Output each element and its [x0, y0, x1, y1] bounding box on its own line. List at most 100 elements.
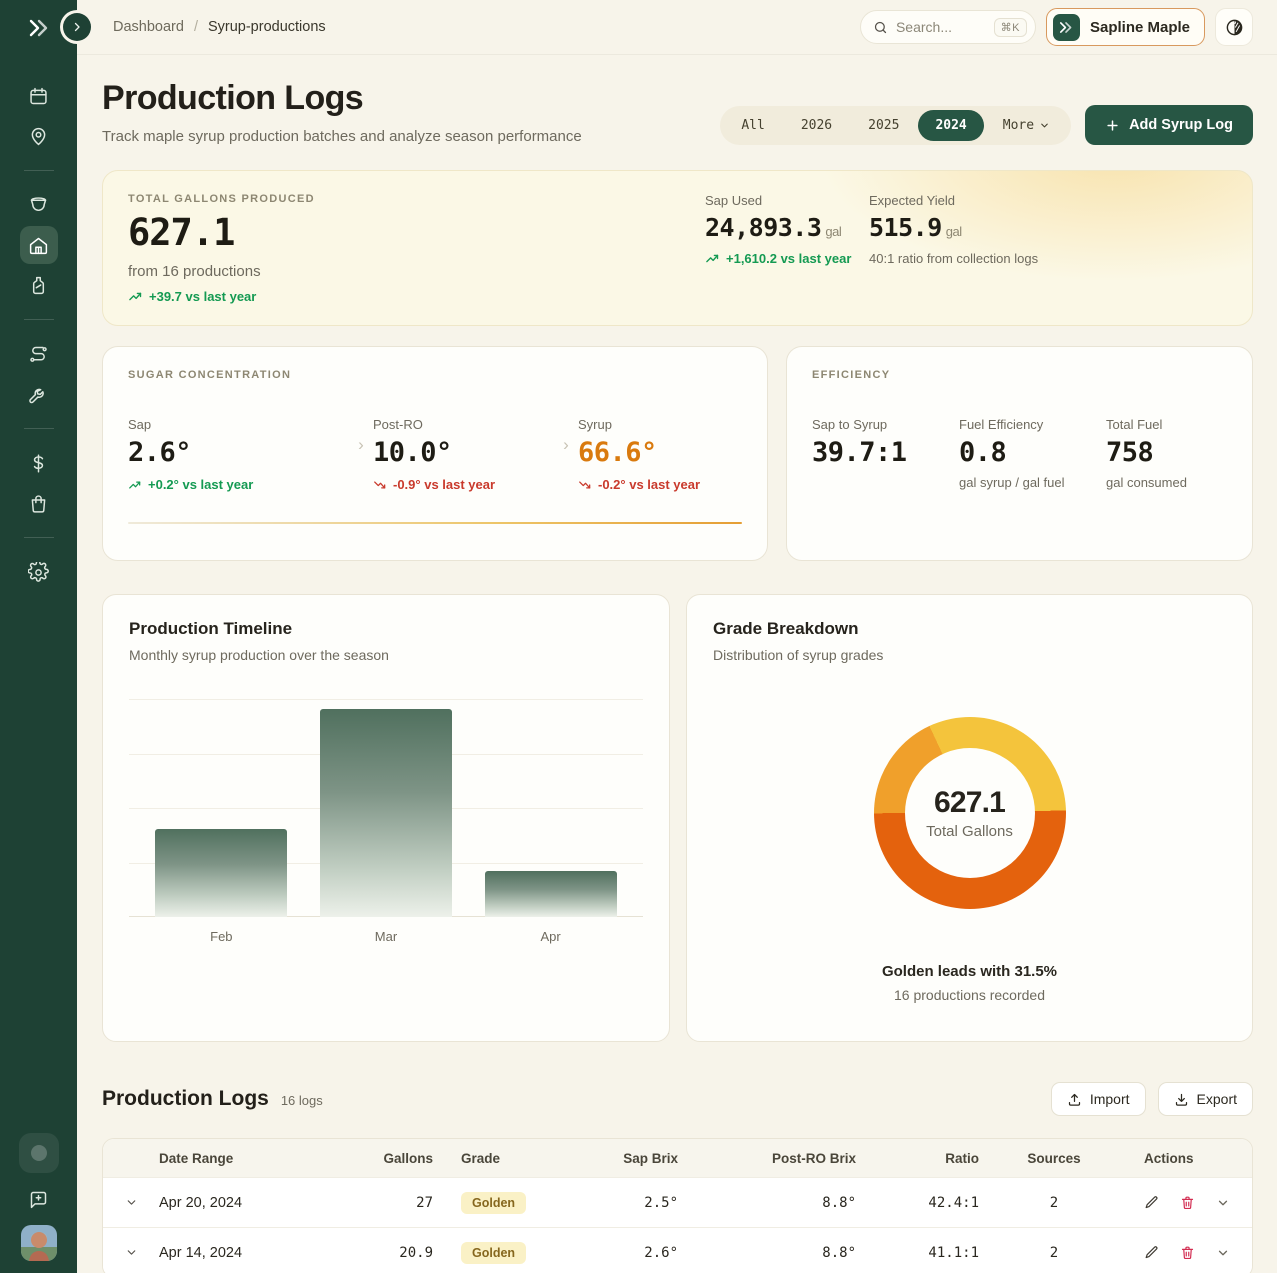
tab-2025[interactable]: 2025	[851, 110, 916, 141]
row-menu-chevron-button[interactable]	[1216, 1196, 1230, 1210]
sidebar-divider	[24, 170, 54, 171]
sidebar-divider	[24, 319, 54, 320]
grade-badge: Golden	[461, 1242, 526, 1264]
bar-feb[interactable]	[155, 829, 287, 917]
sidebar-divider	[24, 537, 54, 538]
chevron-right-icon	[71, 21, 83, 33]
total-gallons-sub: from 16 productions	[128, 263, 705, 280]
breadcrumb-separator: /	[194, 19, 198, 35]
plus-icon	[1105, 118, 1120, 133]
sidebar-collapse-button[interactable]	[63, 13, 91, 41]
expected-yield-block: Expected Yield 515.9gal 40:1 ratio from …	[869, 193, 1227, 304]
timeline-bar-chart	[129, 699, 643, 917]
row-menu-chevron-button[interactable]	[1216, 1246, 1230, 1260]
chevron-down-icon	[125, 1246, 138, 1259]
sidebar-item-sugarhouse[interactable]	[20, 226, 58, 264]
feedback-message-plus-icon	[28, 1189, 49, 1210]
pencil-icon	[1144, 1195, 1159, 1210]
cell-ratio: 42.4:1	[856, 1195, 979, 1211]
post-ro-brix-trend: -0.9° vs last year	[373, 477, 554, 492]
grade-donut-chart[interactable]: 627.1 Total Gallons	[874, 717, 1066, 909]
grade-subtitle: Distribution of syrup grades	[713, 647, 1226, 663]
chevron-right-icon: ›	[349, 435, 373, 455]
sap-bucket-icon	[28, 195, 49, 216]
tab-2026[interactable]: 2026	[784, 110, 849, 141]
total-gallons-value: 627.1	[128, 213, 705, 254]
search-box[interactable]: ⌘K	[860, 10, 1036, 44]
sidebar	[0, 0, 77, 1273]
contrast-icon	[1225, 18, 1244, 37]
download-icon	[1174, 1092, 1189, 1107]
sidebar-item-settings[interactable]	[20, 553, 58, 591]
tab-all[interactable]: All	[724, 110, 781, 141]
cell-grade: Golden	[433, 1242, 569, 1264]
search-input[interactable]	[896, 19, 980, 35]
search-icon	[873, 20, 888, 35]
map-pin-icon	[28, 126, 49, 147]
edit-row-button[interactable]	[1144, 1195, 1159, 1210]
sidebar-item-sales[interactable]	[20, 484, 58, 522]
org-switcher-button[interactable]: Sapline Maple	[1046, 8, 1205, 46]
row-expand-chevron[interactable]	[103, 1246, 159, 1259]
delete-row-button[interactable]	[1180, 1195, 1195, 1210]
breadcrumb-current: Syrup-productions	[208, 19, 326, 35]
grade-caption: Golden leads with 31.5%	[713, 963, 1226, 980]
table-row: Apr 14, 2024 20.9 Golden 2.6° 8.8° 41.1:…	[103, 1227, 1252, 1273]
chevron-down-icon	[125, 1196, 138, 1209]
dollar-icon	[28, 453, 49, 474]
grade-title: Grade Breakdown	[713, 619, 1226, 639]
add-syrup-log-button[interactable]: Add Syrup Log	[1085, 105, 1253, 145]
status-indicator-button[interactable]	[19, 1133, 59, 1173]
user-avatar[interactable]	[21, 1225, 57, 1261]
season-filter-tabs: All 2026 2025 2024 More	[720, 106, 1071, 145]
sidebar-item-calendar[interactable]	[20, 77, 58, 115]
syrup-jug-icon	[28, 275, 49, 296]
export-button[interactable]: Export	[1158, 1082, 1253, 1116]
app-logo-chevrons-icon	[24, 14, 54, 42]
sugarhouse-icon	[28, 235, 49, 256]
cell-actions	[1129, 1195, 1252, 1210]
sap-used-value: 24,893.3gal	[705, 213, 869, 242]
total-gallons-block: TOTAL GALLONS PRODUCED 627.1 from 16 pro…	[128, 193, 705, 304]
sidebar-item-finance[interactable]	[20, 444, 58, 482]
sap-to-syrup-metric: Sap to Syrup 39.7:1	[812, 417, 959, 490]
trending-up-icon	[128, 289, 143, 304]
col-actions: Actions	[1129, 1151, 1252, 1166]
delete-row-button[interactable]	[1180, 1245, 1195, 1260]
donut-total-value: 627.1	[934, 786, 1005, 820]
sidebar-item-map[interactable]	[20, 117, 58, 155]
sap-used-block: Sap Used 24,893.3gal +1,610.2 vs last ye…	[705, 193, 869, 304]
col-gallons: Gallons	[355, 1151, 433, 1166]
cell-sap-brix: 2.5°	[569, 1195, 678, 1211]
total-production-summary-card: TOTAL GALLONS PRODUCED 627.1 from 16 pro…	[102, 170, 1253, 326]
tab-more[interactable]: More	[986, 110, 1067, 141]
tab-2024[interactable]: 2024	[918, 110, 983, 141]
sidebar-item-feedback[interactable]	[20, 1180, 58, 1218]
cell-date: Apr 20, 2024	[159, 1195, 355, 1211]
col-ratio: Ratio	[856, 1151, 979, 1166]
edit-row-button[interactable]	[1144, 1245, 1159, 1260]
sidebar-item-routes[interactable]	[20, 335, 58, 373]
chevron-down-icon	[1216, 1196, 1230, 1210]
cell-post-ro-brix: 8.8°	[678, 1195, 856, 1211]
theme-toggle-button[interactable]	[1215, 8, 1253, 46]
grade-breakdown-card: Grade Breakdown Distribution of syrup gr…	[686, 594, 1253, 1042]
import-button[interactable]: Import	[1051, 1082, 1146, 1116]
cell-gallons: 20.9	[355, 1245, 433, 1261]
x-tick-feb: Feb	[155, 929, 287, 944]
timeline-title: Production Timeline	[129, 619, 643, 639]
syrup-brix-trend: -0.2° vs last year	[578, 477, 742, 492]
sidebar-item-syrup-jug[interactable]	[20, 266, 58, 304]
breadcrumb: Dashboard / Syrup-productions	[113, 19, 326, 35]
breadcrumb-dashboard[interactable]: Dashboard	[113, 19, 184, 35]
expected-yield-value: 515.9gal	[869, 213, 1227, 242]
row-expand-chevron[interactable]	[103, 1196, 159, 1209]
bar-apr[interactable]	[485, 871, 617, 917]
bar-mar[interactable]	[320, 709, 452, 917]
pencil-icon	[1144, 1245, 1159, 1260]
cell-actions	[1129, 1245, 1252, 1260]
total-fuel-metric: Total Fuel 758 gal consumed	[1106, 417, 1227, 490]
sidebar-item-sap-bucket[interactable]	[20, 186, 58, 224]
sidebar-item-equipment[interactable]	[20, 375, 58, 413]
trending-up-icon	[128, 478, 142, 492]
